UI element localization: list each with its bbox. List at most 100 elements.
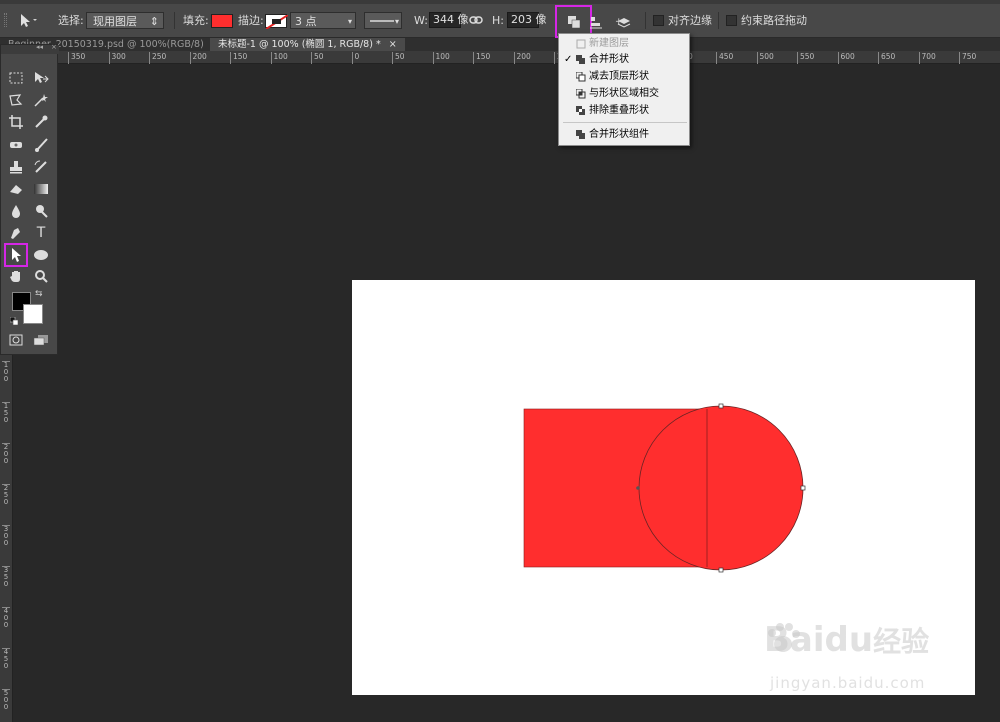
screen-mode-button[interactable]: [31, 331, 51, 349]
ruler-tick-label: 50: [311, 52, 324, 64]
select-dropdown[interactable]: 现用图层 ⇕: [86, 12, 164, 29]
document-canvas[interactable]: Bai du经验 jingyan.baidu.com: [352, 280, 975, 695]
ruler-tick-label: 700: [918, 52, 936, 64]
anchor-point[interactable]: [636, 486, 640, 490]
tab-untitled[interactable]: 未标题-1 @ 100% (椭圆 1, RGB/8) * ×: [210, 38, 405, 51]
gradient-icon: [34, 184, 48, 194]
hand-tool[interactable]: [6, 267, 26, 285]
marquee-tool[interactable]: [6, 69, 26, 87]
height-value: 203 像: [511, 13, 547, 26]
ruler-tick-label: 600: [837, 52, 855, 64]
path-arrangement-button[interactable]: +: [612, 12, 634, 32]
quick-mask-button[interactable]: [6, 331, 26, 349]
menu-item-merge-components[interactable]: 合并形状组件: [559, 127, 689, 143]
menu-item-label: 排除重叠形状: [589, 105, 649, 116]
anchor-point[interactable]: [718, 567, 724, 573]
fill-swatch[interactable]: [211, 14, 233, 28]
swap-colors-icon[interactable]: ⇆: [35, 289, 43, 299]
crop-tool[interactable]: [6, 113, 26, 131]
ruler-tick-label: 4 5 0: [2, 648, 10, 670]
exclude-overlap-icon: [576, 106, 585, 115]
ruler-tick-label: 650: [878, 52, 895, 64]
link-dimensions-button[interactable]: [466, 10, 486, 30]
ellipse-tool[interactable]: [31, 245, 51, 265]
path-selection-tool[interactable]: [4, 243, 28, 267]
screen-mode-icon: [33, 335, 48, 346]
brush-tool[interactable]: [31, 136, 51, 154]
anchor-point[interactable]: [800, 485, 806, 491]
stroke-label: 描边:: [238, 14, 264, 27]
eraser-tool[interactable]: [6, 180, 26, 198]
anchor-point[interactable]: [718, 403, 724, 409]
blur-tool[interactable]: [6, 202, 26, 220]
close-icon[interactable]: ×: [389, 39, 397, 50]
healing-brush-tool[interactable]: [6, 136, 26, 154]
divider: [718, 12, 719, 29]
gradient-tool[interactable]: [31, 180, 51, 198]
width-field[interactable]: 344 像: [429, 12, 469, 28]
subtract-front-shape-icon: [576, 72, 586, 82]
type-tool[interactable]: T: [31, 224, 51, 242]
divider: [174, 12, 175, 29]
menu-item-label: 合并形状组件: [589, 129, 649, 140]
align-edges-label: 对齐边缘: [668, 14, 712, 27]
history-brush-tool[interactable]: [31, 158, 51, 176]
zoom-icon: [35, 270, 48, 283]
menu-item-label: 合并形状: [589, 54, 629, 65]
default-colors-icon[interactable]: [9, 315, 19, 326]
ellipse-shape[interactable]: [638, 405, 804, 571]
move-tool[interactable]: [31, 69, 51, 87]
horizontal-ruler[interactable]: 3503002502001501005005010015020025030035…: [58, 51, 1000, 64]
no-stroke-icon: [265, 14, 289, 30]
polygonal-lasso-icon: [9, 94, 23, 106]
watermark-url: jingyan.baidu.com: [770, 674, 926, 692]
combine-shapes-icon: [576, 55, 585, 64]
dodge-icon: [36, 205, 48, 218]
magic-wand-icon: [34, 94, 48, 107]
collapse-icon[interactable]: ◂◂: [36, 43, 43, 51]
divider: [645, 12, 646, 29]
menu-item-intersect[interactable]: 与形状区域相交: [559, 86, 689, 102]
photoshop-window: { "options_bar": { "select_label": "选择:"…: [0, 0, 1000, 722]
height-field[interactable]: 203 像: [507, 12, 547, 28]
bandage-icon: [10, 142, 22, 148]
close-icon[interactable]: ×: [51, 43, 57, 51]
pen-tool[interactable]: [6, 224, 26, 242]
dropdown-arrow-icon: ▾: [394, 17, 399, 26]
grip-handle[interactable]: [4, 13, 7, 27]
stroke-swatch[interactable]: [265, 14, 289, 30]
vertical-ruler[interactable]: 1 0 0 1 5 0 2 0 0 2 5 0 3 0 0 3 5 0 4 0 0 4 5 0…: [0, 355, 13, 722]
align-edges-checkbox[interactable]: [653, 15, 664, 26]
ruler-tick-label: 500: [756, 52, 774, 64]
tools-panel-header[interactable]: ◂◂ ×: [1, 43, 59, 54]
ruler-tick-label: 150: [230, 52, 247, 64]
magic-wand-tool[interactable]: [31, 91, 51, 109]
hand-icon: [10, 271, 20, 282]
new-layer-icon: [576, 39, 586, 49]
baidu-watermark-logo: Bai du经验: [764, 620, 930, 660]
tool-preset-picker[interactable]: [16, 10, 38, 30]
path-alignment-button[interactable]: [585, 12, 607, 32]
eyedropper-tool[interactable]: [31, 113, 51, 131]
ruler-tick-label: 150: [473, 52, 490, 64]
menu-item-combine-shapes[interactable]: ✓ 合并形状: [559, 52, 689, 68]
clone-stamp-tool[interactable]: [6, 158, 26, 176]
stroke-size-field[interactable]: 3 点 ▾: [290, 12, 356, 29]
menu-item-exclude-overlap[interactable]: 排除重叠形状: [559, 103, 689, 119]
lasso-tool[interactable]: [6, 91, 26, 109]
menu-item-subtract-front[interactable]: 减去顶层形状: [559, 69, 689, 85]
menu-strip: [0, 0, 1000, 4]
constrain-path-checkbox[interactable]: [726, 15, 737, 26]
paw-icon: [768, 623, 800, 652]
select-value: 现用图层: [93, 15, 137, 28]
background-color-swatch[interactable]: [23, 304, 43, 324]
align-icon: [590, 17, 602, 29]
stroke-type-dropdown[interactable]: ▾: [364, 12, 402, 29]
fill-label: 填充:: [183, 14, 209, 27]
dodge-tool[interactable]: [31, 202, 51, 220]
ruler-tick-label: 2 5 0: [2, 484, 10, 506]
zoom-tool[interactable]: [31, 267, 51, 285]
tools-panel: ◂◂ × T ⇆: [0, 43, 59, 355]
ruler-tick-label: 550: [797, 52, 814, 64]
width-value: 344 像: [433, 13, 469, 26]
